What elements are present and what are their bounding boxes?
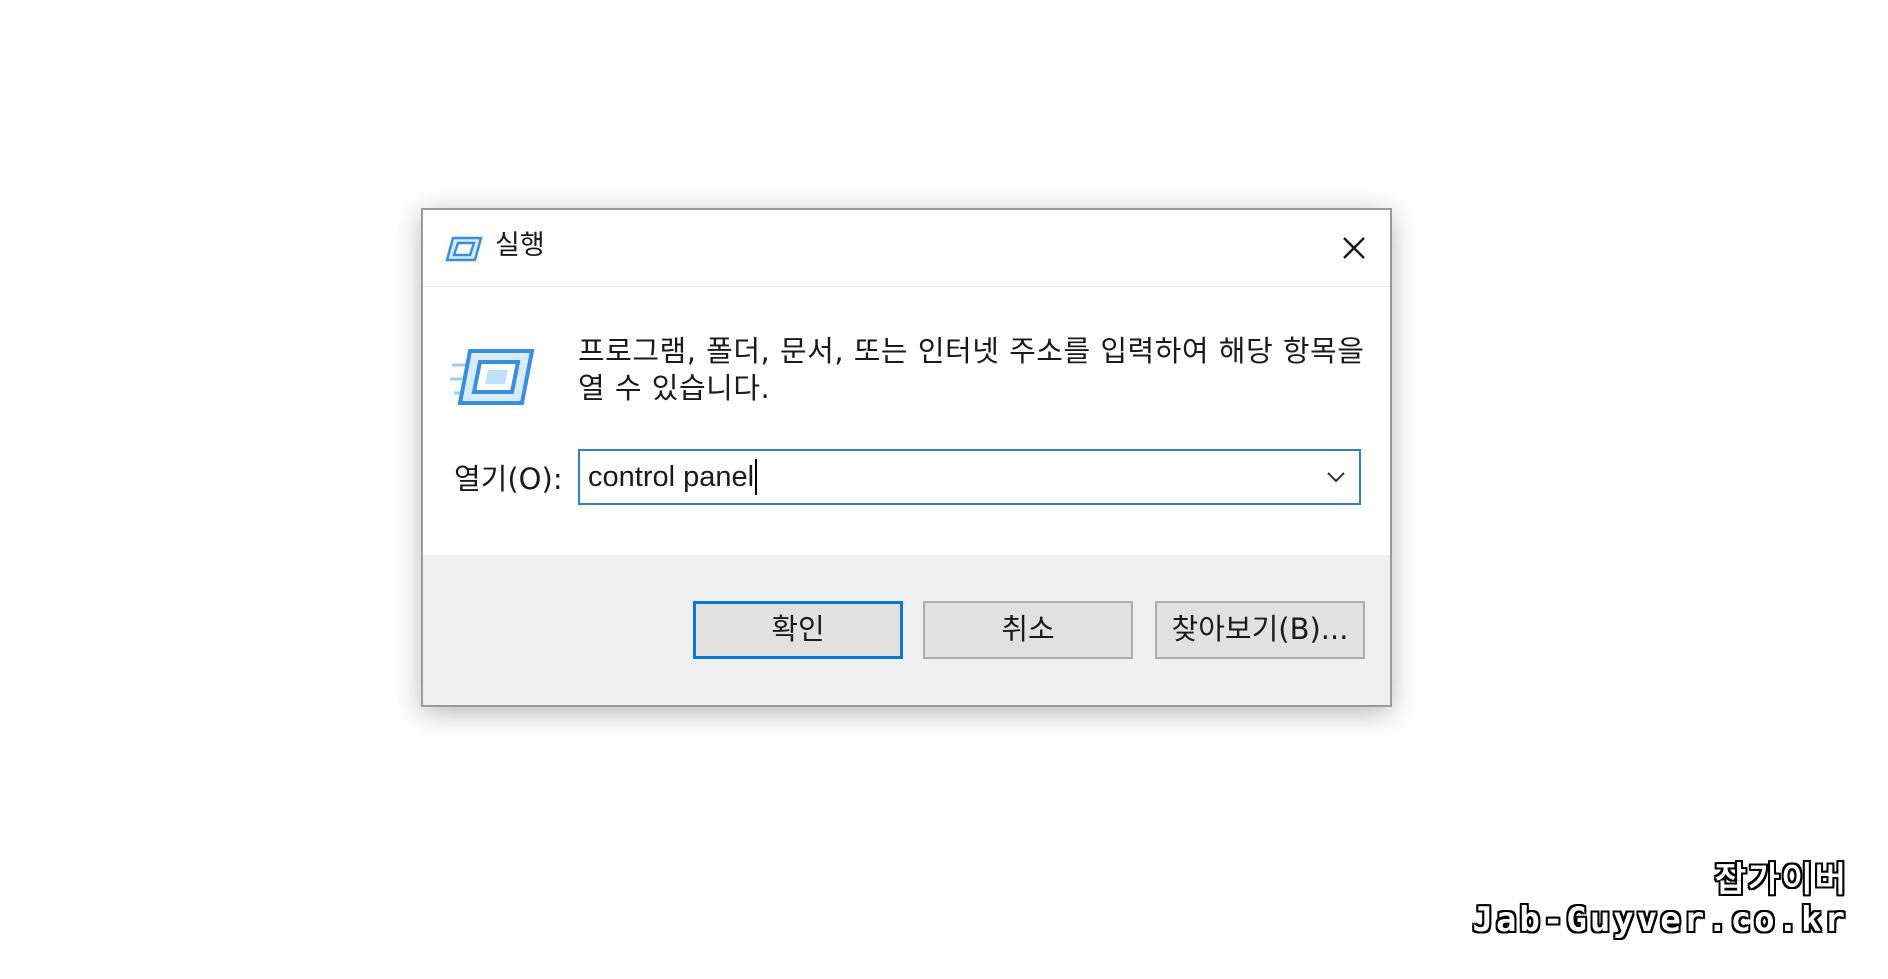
watermark: 잡가이버 Jab-Guyver.co.kr <box>1472 860 1848 940</box>
close-icon[interactable] <box>1332 226 1376 270</box>
browse-button[interactable]: 찾아보기(B)... <box>1155 601 1365 659</box>
button-bar: 확인 취소 찾아보기(B)... <box>423 555 1390 705</box>
dialog-body: 프로그램, 폴더, 문서, 또는 인터넷 주소를 입력하여 해당 항목을 열 수… <box>423 287 1390 557</box>
run-app-icon <box>445 236 483 262</box>
watermark-url: Jab-Guyver.co.kr <box>1472 900 1848 940</box>
watermark-title: 잡가이버 <box>1714 860 1848 900</box>
cancel-button[interactable]: 취소 <box>923 601 1133 659</box>
text-caret <box>755 459 758 495</box>
run-dialog: 실행 프로그램, 폴더, 문서, 또는 인터넷 주소를 입력하여 해당 항목을 … <box>421 208 1392 707</box>
run-app-icon <box>450 349 535 405</box>
open-label: 열기(O): <box>454 462 563 496</box>
title-bar[interactable]: 실행 <box>423 210 1390 287</box>
dialog-description: 프로그램, 폴더, 문서, 또는 인터넷 주소를 입력하여 해당 항목을 열 수… <box>578 334 1365 405</box>
page: 실행 프로그램, 폴더, 문서, 또는 인터넷 주소를 입력하여 해당 항목을 … <box>0 0 1888 979</box>
dialog-title: 실행 <box>495 230 545 261</box>
open-combobox[interactable]: control panel <box>578 449 1361 505</box>
chevron-down-icon[interactable] <box>1321 462 1351 492</box>
open-input-text: control panel <box>588 461 755 493</box>
open-input[interactable]: control panel <box>588 457 758 497</box>
ok-button[interactable]: 확인 <box>693 601 903 659</box>
